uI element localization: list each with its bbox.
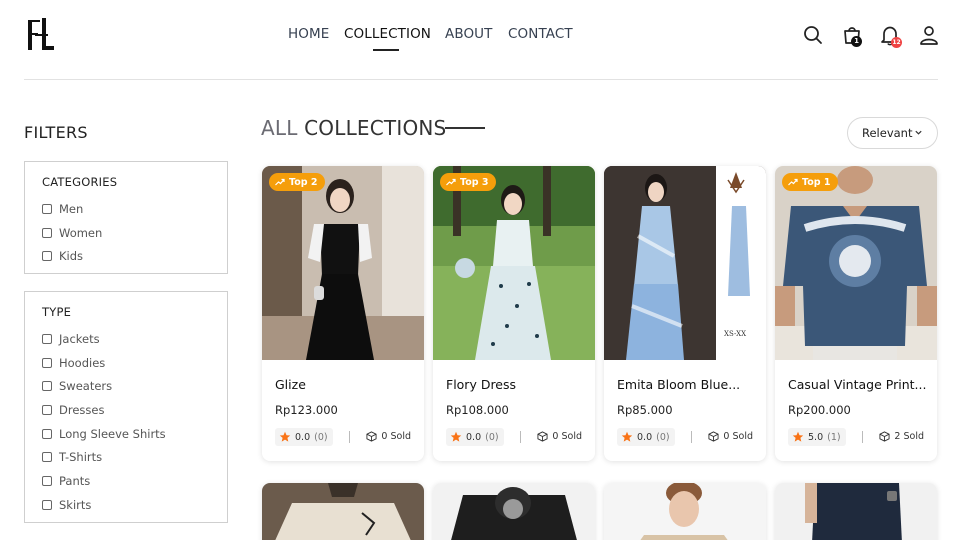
product-rating: 0.0 (0)	[617, 428, 675, 446]
product-sold: 0 Sold	[537, 431, 582, 442]
product-sold: 0 Sold	[708, 431, 753, 442]
trending-up-icon	[275, 178, 285, 186]
filter-option-t-shirts[interactable]: T-Shirts	[42, 450, 102, 464]
package-icon	[879, 431, 890, 442]
product-rating: 5.0 (1)	[788, 428, 846, 446]
checkbox[interactable]	[42, 381, 52, 391]
collection-title: ALL COLLECTIONS	[261, 116, 447, 140]
rank-badge: Top 1	[782, 173, 839, 191]
categories-filter: CATEGORIES Men Women Kids	[24, 161, 228, 274]
divider	[862, 431, 863, 443]
cart-count-badge: 1	[851, 36, 862, 47]
product-card[interactable]	[604, 483, 766, 540]
product-image: Top 1	[775, 166, 937, 360]
package-icon	[708, 431, 719, 442]
filter-option-women[interactable]: Women	[42, 226, 102, 240]
product-name: Emita Bloom Blue...	[617, 377, 741, 392]
header-divider	[24, 79, 938, 80]
filter-option-men[interactable]: Men	[42, 202, 83, 216]
product-card[interactable]: Top 2 Glize Rp123.000 0.0 (0) 0 Sold	[262, 166, 424, 461]
filter-option-pants[interactable]: Pants	[42, 474, 90, 488]
product-image: Top 2	[262, 166, 424, 360]
title-decor-line	[445, 127, 485, 129]
checkbox[interactable]	[42, 251, 52, 261]
star-icon	[621, 431, 633, 442]
notifications-button[interactable]: 12	[879, 24, 903, 50]
checkbox[interactable]	[42, 500, 52, 510]
nav-collection[interactable]: COLLECTION	[344, 26, 431, 42]
nav-contact[interactable]: CONTACT	[508, 26, 573, 42]
star-icon	[279, 431, 291, 442]
divider	[691, 431, 692, 443]
categories-heading: CATEGORIES	[42, 175, 118, 189]
product-name: Casual Vintage Print...	[788, 377, 927, 392]
checkbox[interactable]	[42, 334, 52, 344]
user-icon[interactable]	[918, 24, 940, 46]
product-image	[433, 483, 595, 540]
product-image: XS-XX	[604, 166, 766, 360]
trending-up-icon	[788, 178, 798, 186]
filters-title: FILTERS	[24, 123, 88, 142]
nav-home[interactable]: HOME	[288, 26, 329, 42]
product-image	[604, 483, 766, 540]
divider	[520, 431, 521, 443]
chevron-down-icon	[915, 130, 922, 135]
product-name: Glize	[275, 377, 306, 392]
filter-option-long-sleeve-shirts[interactable]: Long Sleeve Shirts	[42, 427, 166, 441]
product-card[interactable]	[433, 483, 595, 540]
filter-option-skirts[interactable]: Skirts	[42, 498, 91, 512]
divider	[349, 431, 350, 443]
filter-option-dresses[interactable]: Dresses	[42, 403, 104, 417]
checkbox[interactable]	[42, 204, 52, 214]
sort-dropdown[interactable]: Relevant	[847, 117, 938, 149]
filter-option-kids[interactable]: Kids	[42, 249, 83, 263]
notification-count-badge: 12	[891, 37, 902, 48]
checkbox[interactable]	[42, 228, 52, 238]
product-sold: 2 Sold	[879, 431, 924, 442]
package-icon	[537, 431, 548, 442]
filter-option-jackets[interactable]: Jackets	[42, 332, 100, 346]
brand-logo[interactable]	[26, 16, 56, 54]
product-rating: 0.0 (0)	[446, 428, 504, 446]
type-filter: TYPE Jackets Hoodies Sweaters Dresses Lo…	[24, 291, 228, 523]
rank-badge: Top 2	[269, 173, 326, 191]
product-rating: 0.0 (0)	[275, 428, 333, 446]
rank-badge: Top 3	[440, 173, 497, 191]
product-image	[775, 483, 937, 540]
product-image	[262, 483, 424, 540]
product-card[interactable]	[262, 483, 424, 540]
type-heading: TYPE	[42, 305, 72, 319]
product-image: Top 3	[433, 166, 595, 360]
search-icon[interactable]	[802, 24, 824, 46]
product-sold: 0 Sold	[366, 431, 411, 442]
star-icon	[792, 431, 804, 442]
nav-about[interactable]: ABOUT	[445, 26, 493, 42]
trending-up-icon	[446, 178, 456, 186]
package-icon	[366, 431, 377, 442]
product-name: Flory Dress	[446, 377, 517, 392]
svg-text:XS-XX: XS-XX	[724, 330, 746, 338]
checkbox[interactable]	[42, 429, 52, 439]
product-card[interactable]	[775, 483, 937, 540]
filter-option-hoodies[interactable]: Hoodies	[42, 356, 105, 370]
checkbox[interactable]	[42, 452, 52, 462]
checkbox[interactable]	[42, 358, 52, 368]
product-card[interactable]: Top 1 Casual Vintage Print... Rp200.000 …	[775, 166, 937, 461]
product-price: Rp123.000	[275, 403, 338, 417]
nav-active-indicator	[373, 49, 399, 51]
star-icon	[450, 431, 462, 442]
checkbox[interactable]	[42, 405, 52, 415]
product-card[interactable]: XS-XX Emita Bloom Blue... Rp85.000 0.0 (…	[604, 166, 766, 461]
product-price: Rp200.000	[788, 403, 851, 417]
product-price: Rp108.000	[446, 403, 509, 417]
product-price: Rp85.000	[617, 403, 673, 417]
checkbox[interactable]	[42, 476, 52, 486]
product-card[interactable]: Top 3 Flory Dress Rp108.000 0.0 (0) 0 So…	[433, 166, 595, 461]
filter-option-sweaters[interactable]: Sweaters	[42, 379, 112, 393]
cart-button[interactable]: 1	[841, 24, 863, 50]
